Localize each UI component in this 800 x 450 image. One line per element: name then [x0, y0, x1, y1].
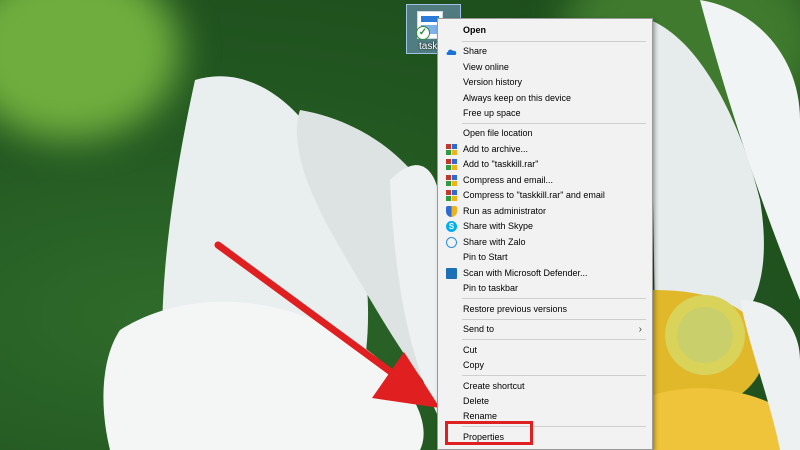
desktop-wallpaper [0, 0, 800, 450]
menu-item-label: View online [463, 62, 509, 72]
menu-item-label: Pin to taskbar [463, 283, 519, 293]
menu-item-delete[interactable]: Delete [440, 394, 650, 409]
menu-item-open-file-location[interactable]: Open file location [440, 126, 650, 141]
menu-item-add-to-rar[interactable]: Add to "taskkill.rar" [440, 157, 650, 172]
menu-item-label: Add to "taskkill.rar" [463, 159, 539, 169]
winrar-icon [446, 190, 457, 201]
winrar-icon [446, 175, 457, 186]
menu-item-label: Run as administrator [463, 206, 547, 216]
menu-item-pin-to-taskbar[interactable]: Pin to taskbar [440, 281, 650, 296]
menu-item-label: Pin to Start [463, 252, 508, 262]
skype-icon: S [446, 221, 457, 232]
menu-item-always-keep[interactable]: Always keep on this device [440, 91, 650, 106]
menu-separator [462, 298, 646, 299]
lotus-flower-image [103, 0, 800, 450]
menu-item-share-zalo[interactable]: Share with Zalo [440, 235, 650, 250]
winrar-icon [446, 159, 457, 170]
menu-item-label: Free up space [463, 108, 521, 118]
menu-item-open[interactable]: Open [440, 23, 650, 38]
uac-shield-icon [446, 206, 457, 217]
menu-item-label: Share with Skype [463, 221, 534, 231]
onedrive-cloud-icon [446, 46, 457, 57]
menu-item-label: Version history [463, 77, 523, 87]
context-menu: Open Share View online Version history A… [437, 18, 653, 450]
menu-item-label: Always keep on this device [463, 93, 572, 103]
zalo-icon [446, 237, 457, 248]
menu-item-view-online[interactable]: View online [440, 60, 650, 75]
sync-check-icon: ✓ [416, 26, 430, 40]
menu-item-restore-versions[interactable]: Restore previous versions [440, 302, 650, 317]
menu-item-create-shortcut[interactable]: Create shortcut [440, 379, 650, 394]
menu-separator [462, 123, 646, 124]
menu-item-compress-email[interactable]: Compress and email... [440, 173, 650, 188]
menu-item-share-skype[interactable]: S Share with Skype [440, 219, 650, 234]
menu-separator [462, 339, 646, 340]
menu-item-free-up-space[interactable]: Free up space [440, 106, 650, 121]
menu-item-label: Copy [463, 360, 485, 370]
menu-item-send-to[interactable]: Send to › [440, 322, 650, 337]
menu-item-scan-defender[interactable]: Scan with Microsoft Defender... [440, 266, 650, 281]
menu-item-label: Add to archive... [463, 144, 529, 154]
chevron-right-icon: › [638, 324, 642, 335]
menu-separator [462, 41, 646, 42]
menu-item-version-history[interactable]: Version history [440, 75, 650, 90]
menu-item-label: Share [463, 46, 488, 56]
menu-item-add-to-archive[interactable]: Add to archive... [440, 142, 650, 157]
menu-item-label: Create shortcut [463, 381, 525, 391]
menu-item-label: Open file location [463, 128, 533, 138]
menu-item-pin-to-start[interactable]: Pin to Start [440, 250, 650, 265]
menu-item-run-as-admin[interactable]: Run as administrator [440, 204, 650, 219]
menu-item-label: Compress and email... [463, 175, 554, 185]
menu-item-share[interactable]: Share [440, 44, 650, 59]
defender-icon [446, 268, 457, 279]
menu-item-cut[interactable]: Cut [440, 343, 650, 358]
menu-item-label: Share with Zalo [463, 237, 526, 247]
menu-item-label: Scan with Microsoft Defender... [463, 268, 588, 278]
menu-item-label: Compress to "taskkill.rar" and email [463, 190, 605, 200]
menu-item-label: Open [463, 25, 487, 35]
winrar-icon [446, 144, 457, 155]
properties-highlight-box [445, 421, 533, 445]
menu-separator [462, 375, 646, 376]
menu-item-label: Restore previous versions [463, 304, 568, 314]
menu-item-label: Send to [463, 324, 495, 334]
menu-item-copy[interactable]: Copy [440, 358, 650, 373]
menu-separator [462, 319, 646, 320]
menu-item-label: Delete [463, 396, 490, 406]
menu-item-label: Cut [463, 345, 478, 355]
menu-item-compress-rar-email[interactable]: Compress to "taskkill.rar" and email [440, 188, 650, 203]
